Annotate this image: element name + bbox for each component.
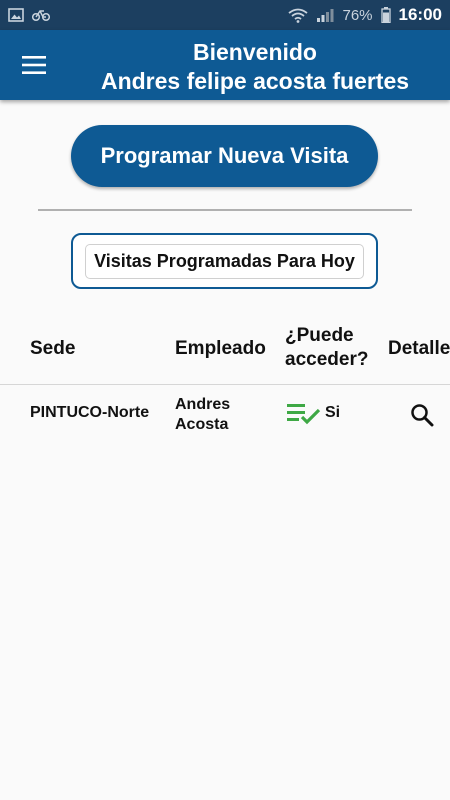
column-header-acceso: ¿Puede acceder? [285,324,368,372]
cell-empleado-line1: Andres [175,396,231,413]
cell-sede: PINTUCO-Norte [30,404,150,421]
column-header-sede: Sede [30,338,76,359]
divider [38,209,412,211]
cell-acceso: Si [287,401,340,425]
column-header-acceso-line2: acceder? [285,349,369,370]
playlist-check-icon [287,404,321,425]
signal-icon [317,8,334,22]
section-title: Visitas Programadas Para Hoy [86,245,363,278]
app-bar: Bienvenido Andres felipe acosta fuertes [0,30,450,100]
column-header-detalle: Detalle [388,338,450,359]
search-icon [411,404,434,427]
status-right: 76% 16:00 [288,5,442,25]
welcome-title: Bienvenido Andres felipe acosta fuertes [70,38,440,96]
cell-empleado: Andres Acosta [175,395,230,435]
gallery-icon [8,8,24,22]
greeting-text: Bienvenido [193,39,317,65]
table-row-divider [0,384,450,385]
column-header-empleado: Empleado [175,338,266,359]
wifi-icon [288,8,309,23]
menu-icon [22,56,46,74]
cell-acceso-value: Si [325,404,341,421]
clock: 16:00 [398,5,442,24]
battery-icon [380,7,391,23]
status-left [8,8,50,22]
cell-empleado-line2: Acosta [175,416,229,433]
bike-icon [32,10,50,22]
battery-percent: 76% [342,6,373,24]
status-bar: 76% 16:00 [0,0,450,30]
menu-button[interactable] [14,45,54,85]
user-name: Andres felipe acosta fuertes [100,68,410,94]
detail-button[interactable] [407,400,437,430]
section-header: Visitas Programadas Para Hoy [71,233,378,289]
new-visit-button[interactable]: Programar Nueva Visita [71,125,378,187]
column-header-acceso-line1: ¿Puede [285,325,354,346]
